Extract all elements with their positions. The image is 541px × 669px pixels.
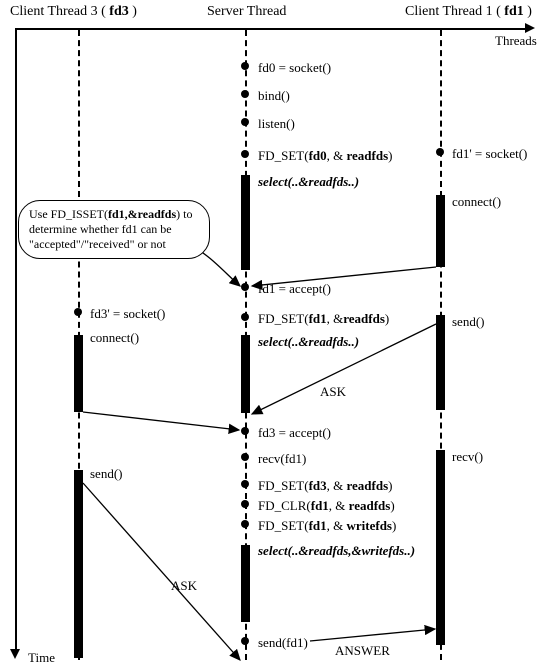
msg-ask-label: ASK	[320, 384, 346, 400]
note-bubble: Use FD_ISSET(fd1,&readfds) to determine …	[18, 200, 210, 259]
fd: fd3	[109, 4, 128, 19]
label: Client Thread 1 (	[405, 4, 504, 19]
header-client1: Client Thread 1 ( fd1 )	[405, 4, 532, 20]
fd: fd1	[504, 4, 523, 19]
header-server: Server Thread	[207, 4, 286, 20]
axis-time	[15, 28, 17, 653]
arrow-down-icon	[10, 649, 20, 659]
step-accept3: fd3 = accept()	[258, 425, 331, 441]
b: readfds	[343, 311, 385, 326]
t: , &	[327, 148, 347, 163]
t: Use FD_ISSET(	[29, 207, 108, 221]
dot-icon	[241, 62, 249, 70]
b: writefds	[347, 518, 393, 533]
dot-icon	[241, 637, 249, 645]
dot-icon	[241, 453, 249, 461]
step-recv1: recv(fd1)	[258, 451, 306, 467]
step-socket: fd0 = socket()	[258, 60, 331, 76]
step-fdset3: FD_SET(fd3, & readfds)	[258, 478, 393, 494]
dot-icon	[241, 427, 249, 435]
dot-icon	[436, 148, 444, 156]
axis-threads-label: Threads	[495, 33, 537, 49]
step-listen: listen()	[258, 116, 295, 132]
step-fdset1: FD_SET(fd1, &readfds)	[258, 311, 389, 327]
t: )	[385, 311, 389, 326]
c1-recv: recv()	[452, 449, 483, 465]
activation-c1-connect	[436, 195, 445, 267]
dot-icon	[241, 313, 249, 321]
dot-icon	[74, 308, 82, 316]
c3-connect: connect()	[90, 330, 139, 346]
b: fd1	[311, 498, 329, 513]
t: FD_SET(	[258, 311, 309, 326]
t: FD_CLR(	[258, 498, 311, 513]
note-line1: Use FD_ISSET(fd1,&readfds) to	[29, 207, 199, 222]
dot-icon	[241, 500, 249, 508]
b: fd1	[309, 311, 327, 326]
dot-icon	[241, 150, 249, 158]
dot-icon	[241, 283, 249, 291]
header-client3: Client Thread 3 ( fd3 )	[10, 4, 137, 20]
step-fdclr1: FD_CLR(fd1, & readfds)	[258, 498, 395, 514]
step-accept1: fd1 = accept()	[258, 281, 331, 297]
t: )	[390, 498, 394, 513]
t: ) to	[176, 207, 192, 221]
note-line3: "accepted"/"received" or not	[29, 237, 199, 252]
label: )	[524, 4, 532, 19]
axis-threads	[15, 28, 525, 30]
dot-icon	[241, 520, 249, 528]
c1-socket: fd1' = socket()	[452, 146, 527, 162]
step-fdset0: FD_SET(fd0, & readfds)	[258, 148, 393, 164]
activation-c3-connect	[74, 335, 83, 412]
b: readfds	[347, 478, 389, 493]
activation-c1-send	[436, 315, 445, 410]
arrow-right-icon	[525, 23, 535, 33]
b: fd1,&readfds	[108, 207, 176, 221]
activation-c1-recv	[436, 450, 445, 645]
activation-c3-send	[74, 470, 83, 658]
msg-answer-label: ANSWER	[335, 643, 390, 659]
label: Client Thread 3 (	[10, 4, 109, 19]
c3-socket: fd3' = socket()	[90, 306, 165, 322]
step-fdset1w: FD_SET(fd1, & writefds)	[258, 518, 396, 534]
t: )	[392, 518, 396, 533]
b: readfds	[347, 148, 389, 163]
t: FD_SET(	[258, 478, 309, 493]
note-line2: determine whether fd1 can be	[29, 222, 199, 237]
t: )	[388, 478, 392, 493]
b: fd0	[309, 148, 327, 163]
step-bind: bind()	[258, 88, 290, 104]
b: fd1	[309, 518, 327, 533]
dot-icon	[241, 118, 249, 126]
t: , &	[329, 498, 349, 513]
dot-icon	[241, 480, 249, 488]
t: FD_SET(	[258, 148, 309, 163]
step-select2: select(..&readfds..)	[258, 334, 359, 350]
t: , &	[327, 311, 344, 326]
c1-send: send()	[452, 314, 485, 330]
activation-select3	[241, 545, 250, 622]
dot-icon	[241, 90, 249, 98]
c3-send: send()	[90, 466, 123, 482]
msg-ask2-label: ASK	[171, 578, 197, 594]
c1-connect: connect()	[452, 194, 501, 210]
t: FD_SET(	[258, 518, 309, 533]
activation-select1	[241, 175, 250, 270]
step-send1: send(fd1)	[258, 635, 308, 651]
t: , &	[327, 518, 347, 533]
step-select3: select(..&readfds,&writefds..)	[258, 543, 415, 559]
activation-select2	[241, 335, 250, 413]
b: fd3	[309, 478, 327, 493]
label: )	[129, 4, 137, 19]
axis-time-label: Time	[28, 650, 55, 666]
t: , &	[327, 478, 347, 493]
t: )	[388, 148, 392, 163]
step-select1: select(..&readfds..)	[258, 174, 359, 190]
b: readfds	[349, 498, 391, 513]
